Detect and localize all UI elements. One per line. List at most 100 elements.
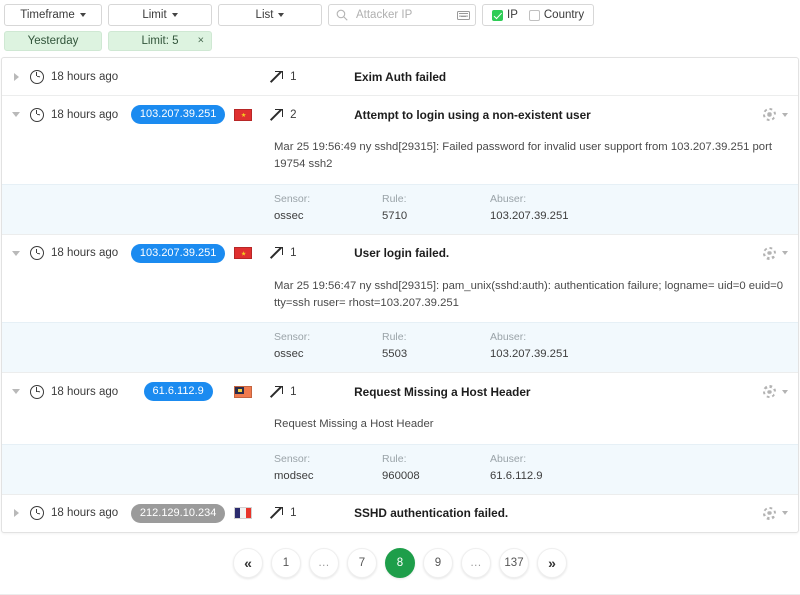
flag-slot	[226, 109, 260, 121]
meta-sensor-key: Sensor:	[274, 330, 382, 346]
flag-slot	[226, 386, 260, 398]
clock-icon	[30, 70, 44, 84]
alert-title: SSHD authentication failed.	[354, 506, 763, 520]
meta-abuser-key: Abuser:	[490, 330, 650, 346]
attacker-ip-badge[interactable]: 103.207.39.251	[131, 244, 225, 263]
meta-abuser-value: 103.207.39.251	[490, 346, 650, 363]
pagination-page-1[interactable]: 1	[271, 548, 301, 578]
alert-summary[interactable]: 18 hours ago 212.129.10.234 1 SSHD authe…	[2, 495, 798, 532]
country-checkbox-label: Country	[544, 9, 584, 21]
trend-arrow-icon	[270, 507, 283, 520]
meta-abuser-key: Abuser:	[490, 452, 650, 468]
expand-toggle[interactable]	[10, 112, 22, 117]
meta-sensor-key: Sensor:	[274, 452, 382, 468]
meta-sensor-value: modsec	[274, 468, 382, 485]
alert-time: 18 hours ago	[51, 247, 118, 259]
alert-row: 18 hours ago 1 Exim Auth failed	[2, 58, 798, 96]
checkbox-box-checked[interactable]	[492, 10, 503, 21]
pagination-page-8-active[interactable]: 8	[385, 548, 415, 578]
pagination-first-button[interactable]: «	[233, 548, 263, 578]
gear-icon[interactable]	[763, 507, 776, 520]
chip-limit-label: Limit: 5	[141, 35, 178, 47]
chevron-down-icon[interactable]	[782, 251, 788, 255]
attacker-ip-badge[interactable]: 212.129.10.234	[131, 504, 225, 523]
alert-time: 18 hours ago	[51, 109, 118, 121]
alert-meta: Sensor: modsec Rule: 960008 Abuser: 61.6…	[2, 444, 798, 494]
expand-toggle[interactable]	[10, 509, 22, 517]
count-group: 1	[270, 247, 326, 260]
pagination-page-9[interactable]: 9	[423, 548, 453, 578]
alert-time: 18 hours ago	[51, 507, 118, 519]
alert-title: User login failed.	[354, 246, 763, 260]
trend-arrow-icon	[270, 108, 283, 121]
checkbox-box-unchecked[interactable]	[529, 10, 540, 21]
ip-checkbox[interactable]: IP	[492, 9, 518, 21]
flag-slot	[226, 247, 260, 259]
clock-icon	[30, 506, 44, 520]
country-checkbox[interactable]: Country	[529, 9, 584, 21]
attacker-ip-badge[interactable]: 61.6.112.9	[144, 382, 213, 401]
flag-slot	[226, 507, 260, 519]
meta-rule: Rule: 960008	[382, 452, 490, 485]
meta-abuser: Abuser: 61.6.112.9	[490, 452, 650, 485]
alert-summary[interactable]: 18 hours ago 103.207.39.251 2 Attempt to…	[2, 96, 798, 133]
alert-count: 1	[290, 247, 296, 259]
meta-rule-value: 5503	[382, 346, 490, 363]
clock-icon	[30, 108, 44, 122]
alert-row: 18 hours ago 61.6.112.9 1 Request Missin…	[2, 373, 798, 495]
country-flag-icon	[234, 507, 252, 519]
trend-arrow-icon	[270, 385, 283, 398]
search-input[interactable]	[354, 8, 451, 22]
alert-summary[interactable]: 18 hours ago 103.207.39.251 1 User login…	[2, 235, 798, 272]
alert-row: 18 hours ago 212.129.10.234 1 SSHD authe…	[2, 495, 798, 532]
limit-dropdown[interactable]: Limit	[108, 4, 212, 26]
alert-row: 18 hours ago 103.207.39.251 1 User login…	[2, 235, 798, 374]
meta-rule-key: Rule:	[382, 330, 490, 346]
clock-icon	[30, 246, 44, 260]
chevron-down-icon[interactable]	[782, 511, 788, 515]
list-dropdown[interactable]: List	[218, 4, 322, 26]
pagination-ellipsis-left: ...	[309, 548, 339, 578]
chip-remove-icon[interactable]: ×	[198, 36, 204, 47]
ip-slot: 212.129.10.234	[130, 504, 226, 523]
alert-count: 1	[290, 507, 296, 519]
pagination-page-137[interactable]: 137	[499, 548, 529, 578]
timeframe-dropdown[interactable]: Timeframe	[4, 4, 102, 26]
alert-title: Request Missing a Host Header	[354, 385, 763, 399]
limit-label: Limit	[142, 9, 166, 21]
pagination-last-button[interactable]: »	[537, 548, 567, 578]
alert-count: 1	[290, 71, 296, 83]
pagination-page-7[interactable]: 7	[347, 548, 377, 578]
count-group: 1	[270, 385, 326, 398]
meta-abuser-value: 61.6.112.9	[490, 468, 650, 485]
chevron-down-icon	[12, 112, 20, 117]
expand-toggle[interactable]	[10, 73, 22, 81]
chip-timeframe[interactable]: Yesterday	[4, 31, 102, 51]
expand-toggle[interactable]	[10, 251, 22, 256]
gear-icon[interactable]	[763, 247, 776, 260]
chevron-down-icon	[278, 13, 284, 17]
alert-summary[interactable]: 18 hours ago 61.6.112.9 1 Request Missin…	[2, 373, 798, 410]
meta-sensor: Sensor: ossec	[274, 330, 382, 363]
alert-summary[interactable]: 18 hours ago 1 Exim Auth failed	[2, 58, 798, 95]
meta-rule-value: 960008	[382, 468, 490, 485]
search-box[interactable]	[328, 4, 476, 26]
gear-icon[interactable]	[763, 108, 776, 121]
chevron-down-icon[interactable]	[782, 113, 788, 117]
ip-slot: 61.6.112.9	[130, 382, 226, 401]
chevron-down-icon[interactable]	[782, 390, 788, 394]
keyboard-icon[interactable]	[457, 11, 470, 20]
meta-sensor: Sensor: ossec	[274, 192, 382, 225]
active-filter-chips: Yesterday Limit: 5 ×	[0, 26, 800, 51]
chip-limit[interactable]: Limit: 5 ×	[108, 31, 212, 51]
meta-rule: Rule: 5710	[382, 192, 490, 225]
meta-abuser: Abuser: 103.207.39.251	[490, 330, 650, 363]
alert-count: 2	[290, 109, 296, 121]
chip-timeframe-label: Yesterday	[28, 35, 79, 47]
attacker-ip-badge[interactable]: 103.207.39.251	[131, 105, 225, 124]
gear-icon[interactable]	[763, 385, 776, 398]
chevron-down-icon	[80, 13, 86, 17]
alert-meta: Sensor: ossec Rule: 5710 Abuser: 103.207…	[2, 184, 798, 234]
expand-toggle[interactable]	[10, 389, 22, 394]
filter-checkbox-group: IP Country	[482, 4, 594, 26]
